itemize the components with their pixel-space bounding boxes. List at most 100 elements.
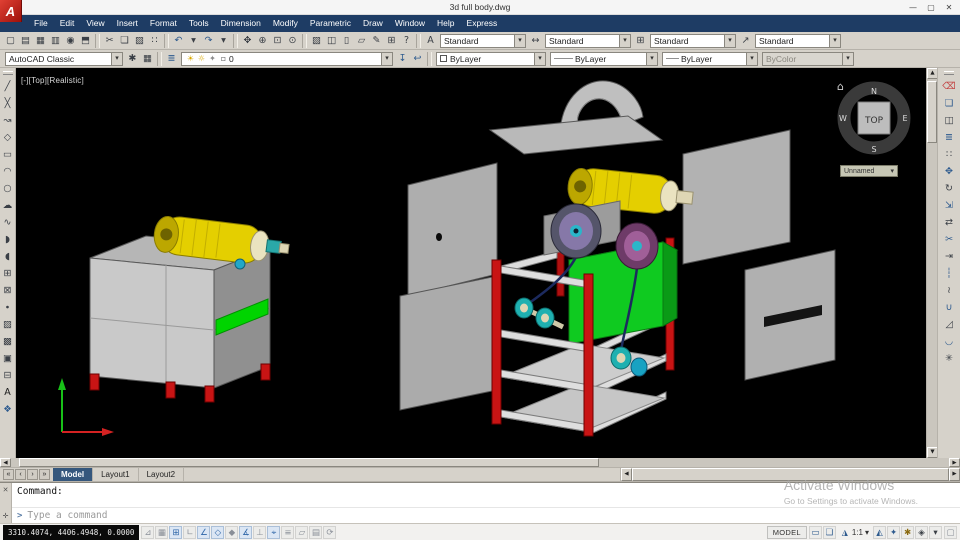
menu-item-parametric[interactable]: Parametric xyxy=(304,15,357,32)
viewcube-west[interactable]: W xyxy=(839,114,847,123)
hatch-icon[interactable]: ▨ xyxy=(0,316,15,333)
plot-preview-icon[interactable]: ◉ xyxy=(63,33,78,48)
mirror-icon[interactable]: ◫ xyxy=(942,112,957,129)
zoom-window-icon[interactable]: ⊡ xyxy=(270,33,285,48)
make-layer-current-icon[interactable]: ↧ xyxy=(395,51,410,66)
zoom-realtime-icon[interactable]: ⊕ xyxy=(255,33,270,48)
drawing-area[interactable]: TOP N E S W ⌂ [-][Top][Realistic] Unname… xyxy=(16,68,926,458)
menu-item-express[interactable]: Express xyxy=(461,15,504,32)
save-icon[interactable]: ▦ xyxy=(33,33,48,48)
toolbar-grip[interactable] xyxy=(944,71,954,75)
menu-item-format[interactable]: Format xyxy=(144,15,183,32)
open-icon[interactable]: ▤ xyxy=(18,33,33,48)
layer-properties-icon[interactable]: ≣ xyxy=(164,51,179,66)
designcenter-icon[interactable]: ◫ xyxy=(324,33,339,48)
tab-next-icon[interactable]: › xyxy=(27,469,38,480)
text-style-combo[interactable]: Standard xyxy=(440,33,526,48)
match-properties-icon[interactable]: ∷ xyxy=(147,33,162,48)
lineweight-toggle[interactable]: ≡ xyxy=(281,525,295,539)
properties-icon[interactable]: ▧ xyxy=(309,33,324,48)
command-panel[interactable]: ✕ ✛ Command: > Type a command xyxy=(0,482,960,523)
vertical-scrollbar[interactable]: ▲ ▼ xyxy=(926,68,938,458)
multileader-style-icon[interactable]: ↗ xyxy=(738,33,753,48)
tab-layout1[interactable]: Layout1 xyxy=(93,468,139,481)
copy-icon[interactable]: ❏ xyxy=(942,95,957,112)
chevron-down-icon[interactable] xyxy=(111,52,122,65)
extend-icon[interactable]: ⇥ xyxy=(942,248,957,265)
menu-item-help[interactable]: Help xyxy=(431,15,460,32)
selection-cycling-toggle[interactable]: ⟳ xyxy=(323,525,337,539)
assembled-machine-model[interactable] xyxy=(89,214,291,403)
viewcube-ucs-menu[interactable]: Unnamed ▾ xyxy=(840,165,898,177)
circle-icon[interactable]: ○ xyxy=(0,180,15,197)
paste-icon[interactable]: ▨ xyxy=(132,33,147,48)
snap-mode-toggle[interactable]: ▦ xyxy=(155,525,169,539)
command-input[interactable]: > Type a command xyxy=(12,507,960,523)
scroll-left-icon[interactable]: ◀ xyxy=(621,468,633,481)
annotation-scale-button[interactable]: ◮ 1:1 ▾ xyxy=(838,525,871,540)
viewcube-south[interactable]: S xyxy=(871,145,876,154)
window-layout-icon[interactable]: ▦ xyxy=(140,51,155,66)
clean-screen-button[interactable]: ▢ xyxy=(944,525,957,539)
stretch-icon[interactable]: ⇄ xyxy=(942,214,957,231)
tab-first-icon[interactable]: « xyxy=(3,469,14,480)
tab-layout2[interactable]: Layout2 xyxy=(139,468,185,481)
region-icon[interactable]: ▣ xyxy=(0,350,15,367)
polyline-icon[interactable]: ↝ xyxy=(0,112,15,129)
publish-icon[interactable]: ⬒ xyxy=(78,33,93,48)
array-icon[interactable]: ∷ xyxy=(942,146,957,163)
scale-icon[interactable]: ⇲ xyxy=(942,197,957,214)
menu-item-insert[interactable]: Insert xyxy=(111,15,144,32)
offset-icon[interactable]: ≣ xyxy=(942,129,957,146)
make-block-icon[interactable]: ⊠ xyxy=(0,282,15,299)
secondary-scroll-thumb[interactable] xyxy=(632,468,949,481)
secondary-scrollbar[interactable]: ◀ ▶ xyxy=(620,468,960,481)
table-style-icon[interactable]: ⊞ xyxy=(633,33,648,48)
break-icon[interactable]: ≀ xyxy=(942,282,957,299)
rotate-icon[interactable]: ↻ xyxy=(942,180,957,197)
arc-icon[interactable]: ◠ xyxy=(0,163,15,180)
rectangle-icon[interactable]: ▭ xyxy=(0,146,15,163)
scroll-right-icon[interactable]: ▶ xyxy=(949,468,960,481)
text-style-icon[interactable]: A xyxy=(423,33,438,48)
viewcube-north[interactable]: N xyxy=(871,87,877,96)
menu-item-window[interactable]: Window xyxy=(389,15,431,32)
layer-previous-icon[interactable]: ↩ xyxy=(410,51,425,66)
table-style-combo[interactable]: Standard xyxy=(650,33,736,48)
break-at-point-icon[interactable]: ┆ xyxy=(942,265,957,282)
point-icon[interactable]: ∙ xyxy=(0,299,15,316)
ellipse-arc-icon[interactable]: ◖ xyxy=(0,248,15,265)
dim-style-combo[interactable]: Standard xyxy=(545,33,631,48)
dynamic-ucs-toggle[interactable]: ⊥ xyxy=(253,525,267,539)
status-menu-icon[interactable]: ▾ xyxy=(929,525,942,539)
viewcube-face-label[interactable]: TOP xyxy=(864,116,884,126)
viewcube-east[interactable]: E xyxy=(902,114,907,123)
tool-palettes-icon[interactable]: ▯ xyxy=(339,33,354,48)
ellipse-icon[interactable]: ◗ xyxy=(0,231,15,248)
chevron-down-icon[interactable] xyxy=(746,52,757,65)
zoom-previous-icon[interactable]: ⊙ xyxy=(285,33,300,48)
pan-icon[interactable]: ✥ xyxy=(240,33,255,48)
minimize-button[interactable]: — xyxy=(904,0,922,15)
linetype-combo[interactable]: ——— ByLayer xyxy=(550,51,658,66)
layer-thaw-icon[interactable]: ☼ xyxy=(196,53,207,65)
insert-block-icon[interactable]: ⊞ xyxy=(0,265,15,282)
object-snap-tracking-toggle[interactable]: ∡ xyxy=(239,525,253,539)
chevron-down-icon[interactable] xyxy=(829,34,840,47)
chevron-down-icon[interactable] xyxy=(646,52,657,65)
layer-color-swatch-icon[interactable]: ▫ xyxy=(218,53,229,65)
revision-cloud-icon[interactable]: ☁ xyxy=(0,197,15,214)
vertical-scroll-thumb[interactable] xyxy=(927,81,937,143)
chevron-down-icon[interactable] xyxy=(619,34,630,47)
transparency-toggle[interactable]: ▱ xyxy=(295,525,309,539)
tab-last-icon[interactable]: » xyxy=(39,469,50,480)
infer-constraints-toggle[interactable]: ⊿ xyxy=(141,525,155,539)
quick-view-drawings-icon[interactable]: ❏ xyxy=(822,525,836,539)
trim-icon[interactable]: ✂ xyxy=(942,231,957,248)
autocad-logo-icon[interactable]: A xyxy=(0,0,22,22)
close-button[interactable]: ✕ xyxy=(940,0,958,15)
erase-icon[interactable]: ⌫ xyxy=(942,78,957,95)
spline-icon[interactable]: ∿ xyxy=(0,214,15,231)
multiline-text-icon[interactable]: A xyxy=(0,384,15,401)
fillet-icon[interactable]: ◡ xyxy=(942,333,957,350)
